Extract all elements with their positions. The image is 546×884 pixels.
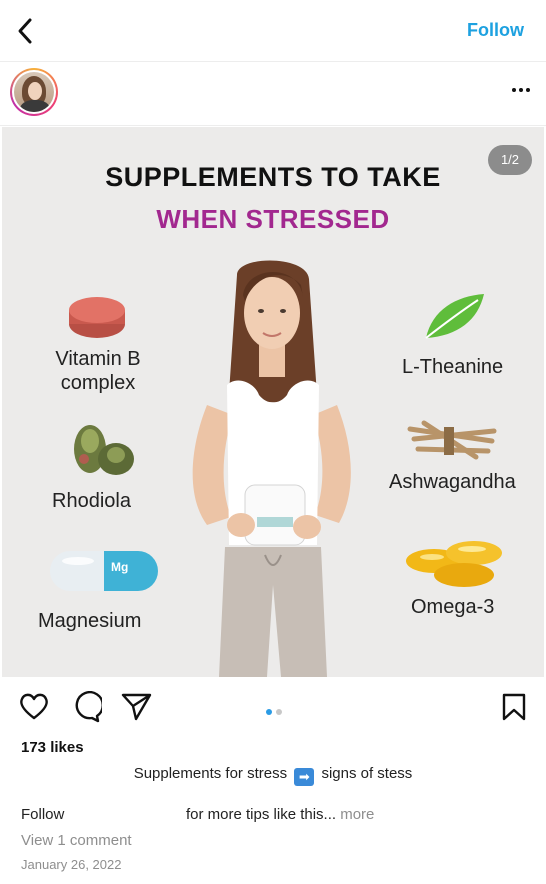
carousel-dot [276,709,282,715]
presenter-figure [192,260,351,677]
view-comments-link[interactable]: View 1 comment [21,832,132,849]
heart-icon[interactable] [18,691,50,721]
comment-icon[interactable] [70,691,102,723]
more-options-icon[interactable] [512,88,534,96]
svg-text:Mg: Mg [111,560,128,574]
carousel-dot-active [266,709,272,715]
action-bar [0,685,546,731]
avatar[interactable] [10,68,58,116]
more-link[interactable]: more [340,806,374,823]
ashwagandha-label: Ashwagandha [389,471,516,493]
leaf-icon [425,294,484,339]
softgel-icon [406,541,502,587]
post-date: January 26, 2022 [21,857,122,872]
rhodiola-plant-icon [74,425,134,475]
omega-3-label: Omega-3 [411,596,495,618]
top-bar: Follow [0,0,546,62]
caption-more-tips: for more tips like this... more [186,806,375,823]
likes-count[interactable]: 173 likes [21,739,84,756]
root-bundle-icon [407,420,497,460]
carousel-indicator [266,702,286,720]
post-image[interactable]: 1/2 SUPPLEMENTS TO TAKE WHEN STRESSED Vi… [2,127,544,677]
back-arrow-icon[interactable] [14,16,40,46]
magnesium-label: Magnesium [38,610,142,632]
headline-line-2: WHEN STRESSED [156,204,390,234]
follow-button[interactable]: Follow [467,20,524,41]
share-icon[interactable] [120,691,152,721]
magnesium-capsule-icon: Mg [50,551,158,591]
bookmark-icon[interactable] [500,692,528,722]
vitamin-b-label: Vitamin B complex [55,348,141,394]
right-arrow-emoji-icon: ➡ [294,768,315,786]
post-author-bar [0,62,546,126]
l-theanine-label: L-Theanine [402,356,504,378]
headline-line-1: SUPPLEMENTS TO TAKE [105,162,441,192]
caption: Supplements for stress ➡ signs of stess [133,765,413,786]
caption-follow-link[interactable]: Follow [21,806,64,823]
pill-icon [69,297,125,338]
rhodiola-label: Rhodiola [52,490,131,512]
